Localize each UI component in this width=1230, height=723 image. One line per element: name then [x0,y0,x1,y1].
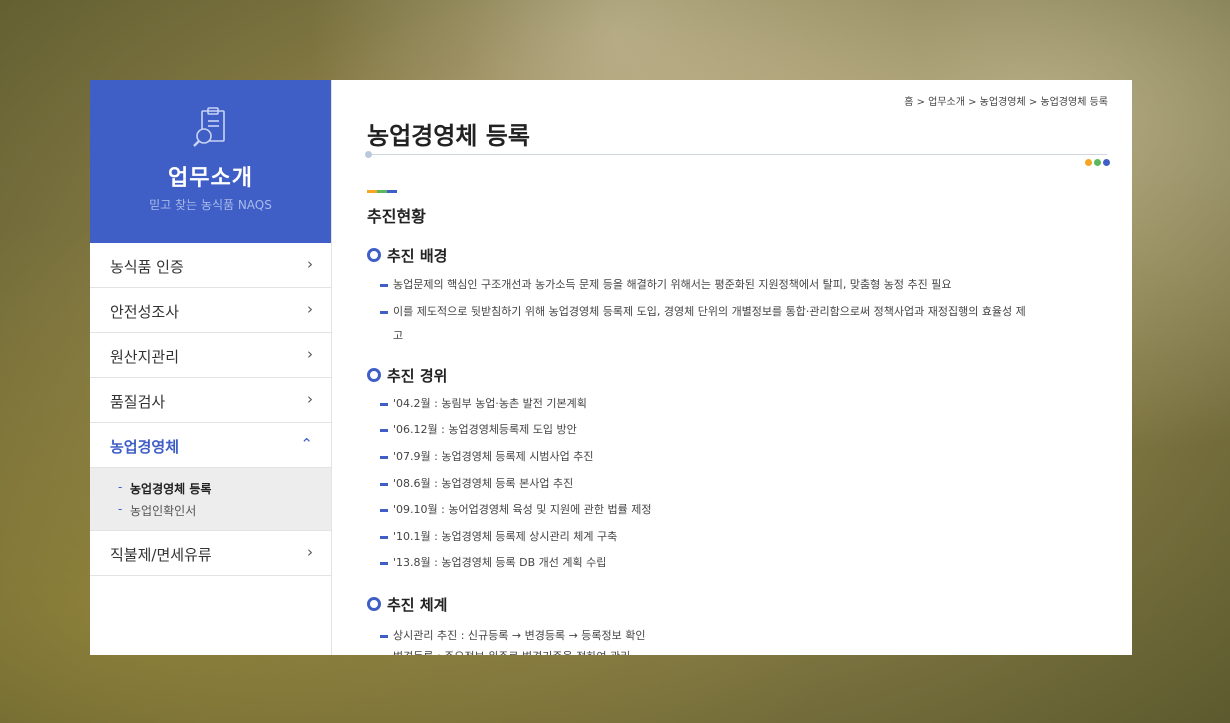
sidebar-item-food-certification[interactable]: 농식품 인증 › [90,243,331,288]
chevron-right-icon: › [307,300,313,318]
list-item: '10.1월 : 농업경영체 등록제 상시관리 체계 구축 [380,526,1110,547]
main-panel: 업무소개 믿고 찾는 농식품 NAQS 농식품 인증 › 안전성조사 › 원산지… [90,80,1132,655]
list-item: '09.10월 : 농어업경영체 육성 및 지원에 관한 법률 제정 [380,499,1110,520]
chevron-right-icon: › [307,345,313,363]
list-item: 상시관리 추진 : 신규등록 → 변경등록 → 등록정보 확인 [380,625,1110,646]
submenu-item-label: 농업경영체 등록 [130,482,212,496]
sidebar-item-label: 안전성조사 [110,303,180,321]
sidebar-item-farm-business[interactable]: 농업경영체 ⌃ [90,423,331,468]
sidebar-item-direct-payment[interactable]: 직불제/면세유류 › [90,531,331,576]
list-item: 농업문제의 핵심인 구조개선과 농가소득 문제 등을 해결하기 위해서는 평준화… [380,274,1110,295]
clipboard-search-icon [193,107,225,147]
submenu-item-farmer-certificate[interactable]: - 농업인확인서 [90,500,331,522]
sidebar-item-label: 직불제/면세유류 [110,546,212,564]
divider-dot [365,151,372,158]
list-item: 변경등록 : 주요정보 위주로 변경기준을 정하여 관리 [393,646,1123,655]
subsection-heading: 추진 체계 [367,594,447,615]
sidebar-menu: 농식품 인증 › 안전성조사 › 원산지관리 › 품질검사 › 농업경영체 ⌃ [90,243,331,576]
subsection-heading: 추진 경위 [367,365,447,386]
chevron-right-icon: › [307,255,313,273]
list-item: '13.8월 : 농업경영체 등록 DB 개선 계획 수립 [380,552,1110,573]
sidebar-item-label: 농식품 인증 [110,258,184,276]
title-divider [367,154,1107,155]
chevron-right-icon: › [307,543,313,561]
page-title: 농업경영체 등록 [367,122,530,150]
list-item: '04.2월 : 농림부 농업·농촌 발전 기본계획 [380,393,1110,414]
section-title: 추진현황 [367,207,426,226]
sidebar-subtitle: 믿고 찾는 농식품 NAQS [149,198,272,212]
sidebar-item-label: 원산지관리 [110,348,180,366]
sidebar-item-label: 품질검사 [110,393,166,411]
sidebar-item-origin-management[interactable]: 원산지관리 › [90,333,331,378]
chevron-up-icon: ⌃ [300,435,313,453]
subsection-heading: 추진 배경 [367,245,447,266]
decorative-dots [1083,151,1110,170]
circle-bullet-icon [367,596,381,611]
sidebar-submenu: - 농업경영체 등록 - 농업인확인서 [90,468,331,531]
list-item: 이를 제도적으로 뒷받침하기 위해 농업경영체 등록제 도입, 경영체 단위의 … [380,301,1110,322]
list-item: '07.9월 : 농업경영체 등록제 시범사업 추진 [380,446,1110,467]
submenu-item-label: 농업인확인서 [130,504,197,518]
breadcrumb: 홈 > 업무소개 > 농업경영체 > 농업경영체 등록 [904,97,1108,108]
sidebar-item-quality-inspection[interactable]: 품질검사 › [90,378,331,423]
section-color-bar [367,190,397,193]
sidebar-header: 업무소개 믿고 찾는 농식품 NAQS [90,80,331,243]
sidebar: 업무소개 믿고 찾는 농식품 NAQS 농식품 인증 › 안전성조사 › 원산지… [90,80,332,655]
chevron-right-icon: › [307,390,313,408]
sidebar-title: 업무소개 [168,166,253,191]
sidebar-item-safety-inspection[interactable]: 안전성조사 › [90,288,331,333]
list-item: '08.6월 : 농업경영체 등록 본사업 추진 [380,473,1110,494]
list-item-continuation: 고 [393,329,404,342]
submenu-item-farm-business-registration[interactable]: - 농업경영체 등록 [90,478,331,500]
circle-bullet-icon [367,247,381,262]
list-item: '06.12월 : 농업경영체등록제 도입 방안 [380,419,1110,440]
circle-bullet-icon [367,367,381,382]
sidebar-item-label: 농업경영체 [110,438,180,456]
content-area: 홈 > 업무소개 > 농업경영체 > 농업경영체 등록 농업경영체 등록 추진현… [332,80,1132,655]
